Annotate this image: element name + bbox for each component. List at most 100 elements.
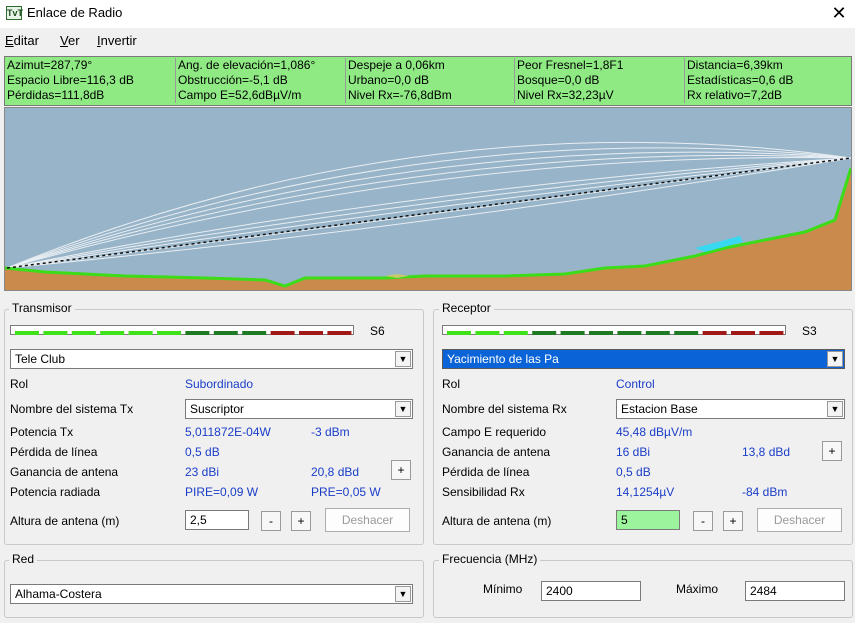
rx-height-minus-button[interactable]: - [693, 511, 713, 531]
rx-field-label: Campo E requerido [442, 425, 547, 439]
stat-urban: Urbano=0,0 dB [345, 73, 514, 88]
menu-ver[interactable]: Ver [60, 33, 80, 48]
rx-sensitivity-dbm: -84 dBm [742, 485, 788, 499]
tx-power-watts: 5,011872E-04W [185, 425, 271, 439]
frequency-max-input[interactable]: 2484 [745, 581, 845, 601]
tx-height-input[interactable]: 2,5 [185, 510, 249, 530]
meter-segment [128, 331, 153, 335]
meter-segment [589, 331, 613, 335]
frequency-min-input[interactable]: 2400 [541, 581, 641, 601]
rx-undo-button[interactable]: Deshacer [757, 508, 842, 532]
menu-editar[interactable]: Editar [5, 33, 39, 48]
stat-losses: Pérdidas=111,8dB [7, 88, 105, 102]
meter-segment [645, 331, 670, 335]
tx-undo-button[interactable]: Deshacer [325, 508, 410, 532]
chevron-down-icon[interactable]: ▼ [827, 401, 843, 417]
tx-signal-meter [10, 325, 354, 335]
receiver-legend: Receptor [439, 301, 494, 315]
rx-line-loss-value: 0,5 dB [616, 465, 651, 479]
tx-power-label: Potencia Tx [10, 425, 74, 439]
rx-height-plus-button[interactable]: + [723, 511, 743, 531]
link-stats-panel: Azimut=287,79° Ang. de elevación=1,086° … [4, 56, 852, 106]
rx-system-label: Nombre del sistema Rx [442, 402, 567, 416]
tx-erp: PRE=0,05 W [311, 485, 381, 499]
tx-radiated-label: Potencia radiada [10, 485, 101, 499]
meter-segment [157, 331, 181, 335]
tx-station-select[interactable]: Tele Club ▼ [10, 349, 413, 369]
rx-role-label: Rol [442, 377, 461, 391]
rx-sensitivity-label: Sensibilidad Rx [442, 485, 525, 499]
tx-system-label: Nombre del sistema Tx [10, 402, 134, 416]
tx-power-dbm: -3 dBm [311, 425, 350, 439]
stat-rx-level-dbm: Nivel Rx=-76,8dBm [345, 88, 514, 103]
chevron-down-icon[interactable]: ▼ [827, 351, 843, 367]
meter-segment [674, 331, 699, 335]
meter-segment [532, 331, 557, 335]
meter-segment [299, 331, 323, 335]
window-title: Enlace de Radio [27, 5, 123, 20]
tx-role-value: Subordinado [185, 377, 254, 391]
meter-segment [617, 331, 642, 335]
tx-role-label: Rol [10, 377, 29, 391]
meter-segment [327, 331, 352, 335]
stat-rx-level-uv: Nivel Rx=32,23µV [514, 88, 684, 103]
tx-signal-meter-bars [15, 331, 352, 335]
stat-azimuth: Azimut=287,79° [7, 58, 93, 72]
network-select[interactable]: Alhama-Costera ▼ [10, 584, 413, 604]
meter-segment [213, 331, 238, 335]
chevron-down-icon[interactable]: ▼ [395, 401, 411, 417]
meter-segment [759, 331, 784, 335]
stat-elevation: Ang. de elevación=1,086° [175, 58, 345, 73]
stat-worst-fresnel: Peor Fresnel=1,8F1 [514, 58, 684, 73]
rx-system-select[interactable]: Estacion Base ▼ [616, 399, 845, 419]
rx-station-select[interactable]: Yacimiento de las Pa ▼ [442, 349, 845, 369]
meter-segment [475, 331, 500, 335]
rx-signal-meter-bars [447, 331, 784, 335]
tx-line-loss-value: 0,5 dB [185, 445, 220, 459]
stat-statistics: Estadísticas=0,6 dB [684, 73, 851, 88]
tx-height-minus-button[interactable]: - [261, 511, 281, 531]
menu-invertir[interactable]: Invertir [97, 33, 137, 48]
tx-eirp: PIRE=0,09 W [185, 485, 259, 499]
tx-gain-plus-button[interactable]: + [391, 460, 411, 480]
meter-segment [100, 331, 125, 335]
rx-height-input[interactable]: 5 [616, 510, 680, 530]
chevron-down-icon[interactable]: ▼ [395, 351, 411, 367]
app-icon: TvT [6, 6, 24, 20]
meter-segment [242, 331, 267, 335]
tx-height-plus-button[interactable]: + [291, 511, 311, 531]
tx-system-select[interactable]: Suscriptor ▼ [185, 399, 413, 419]
stat-obstruction: Obstrucción=-5,1 dB [175, 73, 345, 88]
meter-segment [731, 331, 755, 335]
tx-gain-dbi: 23 dBi [185, 465, 220, 479]
stat-clearance: Despeje a 0,06km [345, 58, 514, 73]
frequency-max-label: Máximo [676, 582, 719, 596]
stat-free-space: Espacio Libre=116,3 dB [7, 73, 134, 87]
rx-sensitivity-uv: 14,1254µV [616, 485, 675, 499]
meter-segment [270, 331, 295, 335]
close-icon[interactable]: ✕ [827, 2, 851, 24]
rx-field-value: 45,48 dBµV/m [616, 425, 693, 439]
meter-segment [503, 331, 528, 335]
tx-meter-label: S6 [370, 324, 385, 338]
stat-rx-relative: Rx relativo=7,2dB [684, 88, 851, 103]
stat-forest: Bosque=0,0 dB [514, 73, 684, 88]
title-bar [0, 0, 855, 28]
transmitter-legend: Transmisor [9, 301, 75, 315]
meter-segment [15, 331, 39, 335]
meter-segment [447, 331, 471, 335]
tx-height-label: Altura de antena (m) [10, 514, 120, 528]
rx-gain-label: Ganancia de antena [442, 445, 551, 459]
frequency-min-label: Mínimo [483, 582, 523, 596]
meter-segment [560, 331, 585, 335]
stat-distance: Distancia=6,39km [684, 58, 851, 73]
tx-gain-dbd: 20,8 dBd [311, 465, 360, 479]
chevron-down-icon[interactable]: ▼ [395, 586, 411, 602]
rx-gain-plus-button[interactable]: + [822, 441, 842, 461]
frequency-legend: Frecuencia (MHz) [439, 552, 541, 566]
meter-segment [71, 331, 96, 335]
meter-segment [702, 331, 727, 335]
terrain-profile-graphic [4, 141, 853, 290]
rx-signal-meter [442, 325, 786, 335]
meter-segment [185, 331, 210, 335]
